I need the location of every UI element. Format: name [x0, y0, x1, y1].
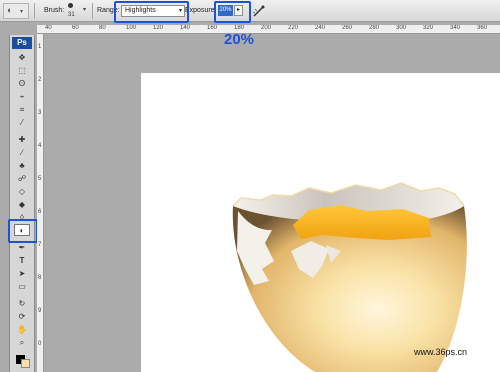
ruler-tick-label: 0: [38, 341, 42, 347]
3d-rotate-tool-icon[interactable]: ↻: [14, 298, 30, 310]
ruler-tick-label: 8: [38, 275, 42, 281]
path-selection-tool-icon[interactable]: ➤: [14, 268, 30, 280]
ruler-tick-label: 40: [45, 25, 52, 31]
brush-size: 31: [68, 12, 75, 18]
ruler-tick-label: 5: [38, 176, 42, 182]
dodge-icon: ◐: [7, 5, 13, 15]
exposure-label: Exposure:: [185, 7, 217, 14]
watermark-text: www.36ps.cn: [414, 347, 468, 357]
ruler-tick-label: 160: [207, 25, 218, 31]
exposure-highlight-box: [214, 1, 251, 23]
ruler-tick-label: 60: [72, 25, 79, 31]
ruler-tick-label: 2: [38, 77, 42, 83]
3d-orbit-tool-icon[interactable]: ⟳: [14, 311, 30, 323]
history-brush-tool-icon[interactable]: ☍: [14, 173, 30, 185]
separator: [34, 3, 35, 19]
airbrush-icon[interactable]: [252, 4, 266, 18]
healing-brush-tool-icon[interactable]: ✚: [14, 134, 30, 146]
vertical-ruler[interactable]: 1 2 3 4 5 6 7 8 9 0: [37, 34, 44, 372]
zoom-tool-icon[interactable]: ⌕: [14, 337, 30, 349]
brush-label: Brush:: [44, 7, 65, 14]
pen-tool-icon[interactable]: ✒: [14, 242, 30, 254]
ruler-tick-label: 360: [477, 25, 488, 31]
background-color-swatch[interactable]: [21, 359, 30, 368]
shape-tool-icon[interactable]: ▭: [14, 281, 30, 293]
ruler-tick-label: 340: [450, 25, 461, 31]
ruler-tick-label: 200: [261, 25, 272, 31]
hand-tool-icon[interactable]: ✋: [14, 324, 30, 336]
ruler-tick-label: 120: [153, 25, 164, 31]
brush-tool-icon[interactable]: ∕: [14, 147, 30, 159]
ruler-tick-label: 6: [38, 209, 42, 215]
ruler-tick-label: 1: [38, 44, 42, 50]
crop-tool-icon[interactable]: ⌗: [14, 104, 30, 116]
ruler-tick-label: 180: [234, 25, 245, 31]
ruler-tick-label: 280: [369, 25, 380, 31]
eyedropper-tool-icon[interactable]: ⁄: [14, 117, 30, 129]
clone-stamp-tool-icon[interactable]: ♣: [14, 160, 30, 172]
ruler-tick-label: 300: [396, 25, 407, 31]
ruler-tick-label: 100: [126, 25, 137, 31]
type-tool-icon[interactable]: T: [14, 255, 30, 267]
eraser-tool-icon[interactable]: ◇: [14, 186, 30, 198]
marquee-tool-icon[interactable]: ⬚: [14, 65, 30, 77]
ruler-tick-label: 320: [423, 25, 434, 31]
ruler-tick-label: 4: [38, 143, 42, 149]
ruler-tick-label: 80: [99, 25, 106, 31]
tool-preset-picker[interactable]: ◐ ▾: [3, 3, 29, 19]
brush-picker-arrow[interactable]: ▾: [83, 6, 86, 13]
horizontal-ruler[interactable]: 40 60 80 100 120 140 160 180 200 220 240 260 280 300 3…: [37, 25, 500, 34]
ruler-tick-label: 3: [38, 110, 42, 116]
ruler-tick-label: 260: [342, 25, 353, 31]
move-tool-icon[interactable]: ✥: [14, 52, 30, 64]
dodge-tool-highlight-box: [8, 219, 38, 243]
chevron-down-icon: ▾: [20, 9, 24, 15]
quick-selection-tool-icon[interactable]: ⌁: [14, 91, 30, 103]
ruler-tick-label: 7: [38, 242, 42, 248]
ruler-tick-label: 9: [38, 308, 42, 314]
range-highlight-box: [114, 1, 189, 23]
tools-panel: Ps ✥ ⬚ ʘ ⌁ ⌗ ⁄ ✚ ∕ ♣ ☍ ◇ ◆ ◊ ◐ ✒ T ➤ ▭ ↻…: [9, 35, 35, 372]
ruler-tick-label: 240: [315, 25, 326, 31]
document-canvas[interactable]: [141, 73, 500, 372]
paint-bucket-tool-icon[interactable]: ◆: [14, 199, 30, 211]
lasso-tool-icon[interactable]: ʘ: [14, 78, 30, 90]
ruler-tick-label: 140: [180, 25, 191, 31]
ps-logo[interactable]: Ps: [12, 37, 32, 49]
eggshell-artwork: [232, 182, 467, 372]
separator: [92, 3, 93, 19]
brush-preview-icon[interactable]: [68, 3, 73, 8]
ruler-tick-label: 220: [288, 25, 299, 31]
